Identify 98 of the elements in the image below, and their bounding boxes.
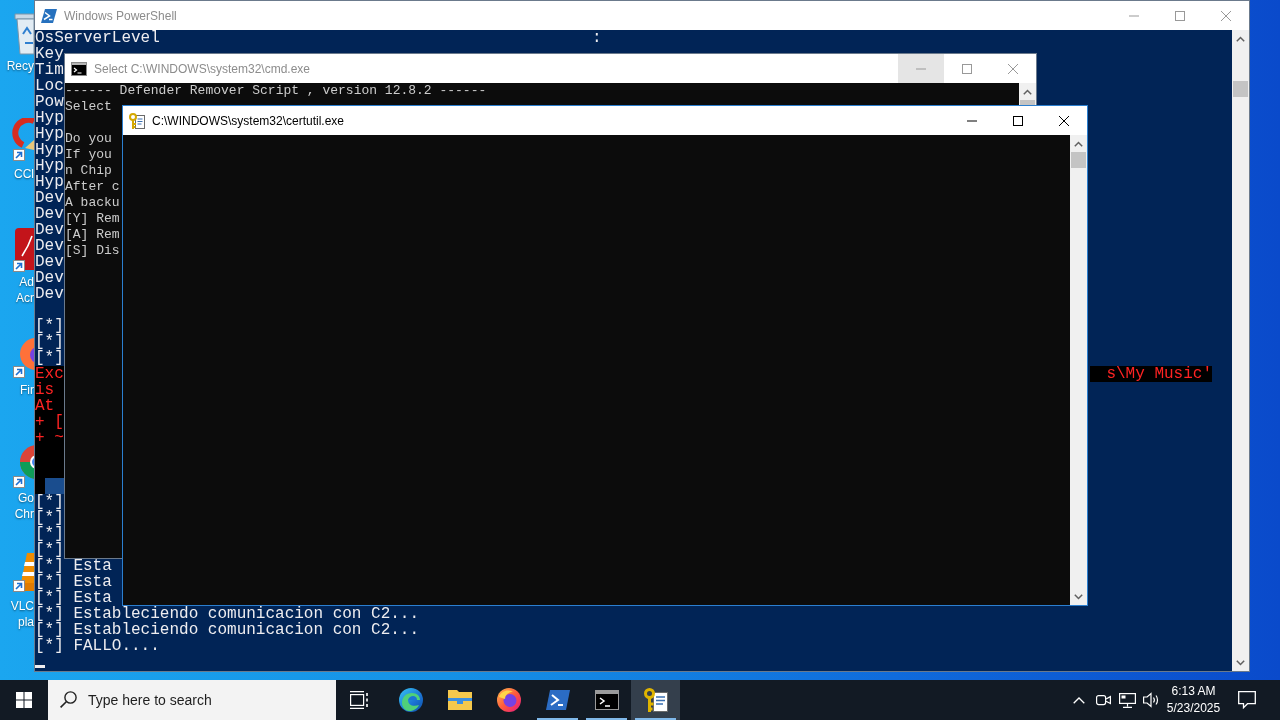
browser-icon (398, 688, 423, 712)
scrollbar-thumb[interactable] (1071, 152, 1086, 168)
console-text: Hyp (35, 110, 64, 126)
window-title: Windows PowerShell (64, 7, 177, 24)
window-title: Select C:\WINDOWS\system32\cmd.exe (94, 60, 311, 77)
maximize-icon (1013, 115, 1023, 126)
maximize-icon (1175, 10, 1185, 21)
pdf-app-icon[interactable] (12, 226, 34, 274)
terminal-icon (594, 690, 619, 710)
certificate-key-icon (643, 688, 668, 712)
console-text: [*] Esta (35, 574, 112, 590)
maximize-icon (962, 63, 972, 74)
console-text: Dev (35, 190, 64, 206)
console-text: [*] (35, 318, 64, 334)
console-text: [*] FALLO.... (35, 638, 160, 654)
clock-date: 5/23/2025 (1166, 700, 1221, 717)
recycle-bin-icon[interactable] (12, 10, 34, 58)
error-text: s\My Music' (1090, 366, 1212, 382)
selection-highlight (45, 478, 64, 494)
console-text: [*] (35, 494, 64, 510)
scrollbar-thumb[interactable] (1020, 100, 1035, 105)
scroll-down-icon[interactable] (1074, 593, 1083, 600)
certificate-key-icon (129, 112, 145, 129)
shortcut-label: Chr (14, 506, 34, 522)
console-text: Do you (65, 131, 112, 147)
volume-icon[interactable] (1142, 692, 1160, 708)
console-text: Select (65, 99, 112, 115)
task-view-icon (350, 691, 370, 709)
scroll-down-icon[interactable] (1236, 659, 1245, 666)
windows-logo-icon (16, 692, 32, 708)
scroll-up-icon[interactable] (1074, 140, 1083, 147)
console-text: A backu (65, 195, 120, 211)
shortcut-label: Go (18, 490, 34, 506)
error-text: At (35, 398, 64, 414)
console-text: [*] (35, 542, 64, 558)
console-text: If you (65, 147, 112, 163)
error-text: + [ (35, 414, 64, 430)
console-text: Dev (35, 286, 64, 302)
shortcut-label: VLC (10, 598, 34, 614)
search-field[interactable]: Type here to search (48, 680, 336, 720)
console-text: Dev (35, 206, 64, 222)
shortcut-label: Acr (16, 290, 34, 306)
scrollbar-thumb[interactable] (1233, 81, 1248, 97)
console-text: After c (65, 179, 120, 195)
window-title: C:\WINDOWS\system32\certutil.exe (152, 112, 345, 129)
shortcut-label: CCl (14, 166, 34, 182)
shortcut-label: pla (18, 614, 34, 630)
text-cursor (35, 665, 45, 668)
shortcut-label: Recy (6, 58, 34, 74)
close-icon (1059, 115, 1069, 126)
error-text: + ~ (35, 430, 64, 446)
camera-icon[interactable] (1095, 693, 1111, 707)
console-text: [*] (35, 334, 64, 350)
console-text: Dev (35, 222, 64, 238)
console-text: [*] Estableciendo comunicacion con C2... (35, 622, 420, 638)
console-text: [*] Esta (35, 558, 112, 574)
chevron-up-icon[interactable] (1073, 696, 1085, 704)
console-text: Pow (35, 94, 64, 110)
console-text: Hyp (35, 174, 64, 190)
console-text: OsServerLevel (35, 30, 160, 46)
console-text: Hyp (35, 142, 64, 158)
console-text: [Y] Rem (65, 211, 120, 227)
terminal-icon (545, 690, 570, 710)
console-text: [*] (35, 350, 64, 366)
console-text: [*] (35, 526, 64, 542)
clock-time: 6:13 AM (1171, 683, 1216, 700)
close-icon (1221, 10, 1231, 21)
scroll-up-icon[interactable] (1236, 35, 1245, 42)
console-text: [S] Dis (65, 243, 120, 259)
search-icon (60, 691, 77, 708)
console-text: Hyp (35, 126, 64, 142)
speech-bubble-icon (1238, 691, 1256, 709)
console-text: Loc (35, 78, 64, 94)
console-text: Key (35, 46, 64, 62)
network-icon[interactable] (1118, 692, 1136, 708)
console-text: Tim (35, 62, 64, 78)
console-text: Dev (35, 238, 64, 254)
close-icon (1008, 63, 1018, 74)
console-text: [A] Rem (65, 227, 120, 243)
terminal-icon (71, 60, 87, 77)
console-text: [*] (35, 510, 64, 526)
console-text: [*] Esta (35, 590, 112, 606)
folder-icon (447, 690, 472, 710)
console-text: Hyp (35, 158, 64, 174)
shortcut-label: Fir (20, 382, 34, 398)
browser-icon (496, 688, 521, 712)
console-text: Dev (35, 270, 64, 286)
shortcut-label: Ad (19, 274, 34, 290)
console-text: ------ Defender Remover Script , version 12.8.2 ------ (65, 83, 487, 99)
error-text: Exc (35, 366, 64, 382)
console-text: n Chip (65, 163, 112, 179)
console-text: : (591, 30, 602, 46)
console-text: Dev (35, 254, 64, 270)
terminal-icon (41, 7, 57, 24)
console-text: [*] Estableciendo comunicacion con C2... (35, 606, 420, 622)
taskbar-button[interactable] (631, 680, 680, 720)
scroll-up-icon[interactable] (1023, 88, 1032, 95)
error-text: is (35, 382, 64, 398)
